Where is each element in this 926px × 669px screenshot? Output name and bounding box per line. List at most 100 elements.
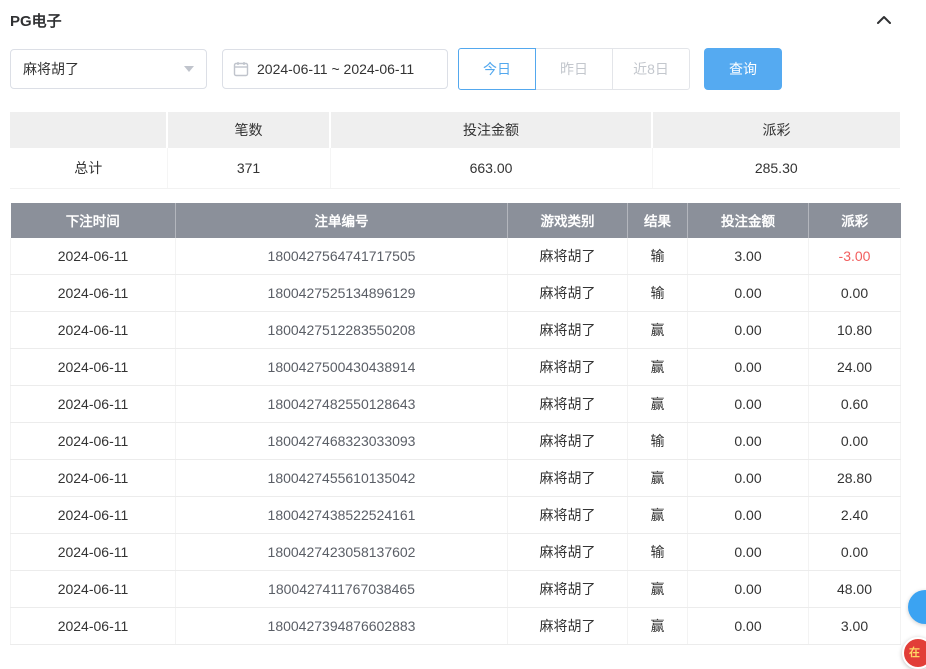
summary-col-count: 笔数: [167, 112, 330, 148]
bet-number-cell: 1800427455610135042: [176, 460, 508, 497]
bet-amount-cell: 0.00: [688, 349, 809, 386]
bet-time-cell: 2024-06-11: [11, 534, 176, 571]
bet-amount-cell: 0.00: [688, 608, 809, 645]
result-cell: 输: [628, 423, 688, 460]
bet-amount-cell: 0.00: [688, 312, 809, 349]
result-cell: 输: [628, 238, 688, 275]
quick-filter-yesterday[interactable]: 昨日: [535, 48, 613, 90]
result-cell: 赢: [628, 608, 688, 645]
result-cell: 输: [628, 275, 688, 312]
bet-table: 下注时间 注单编号 游戏类别 结果 投注金额 派彩 2024-06-111800…: [10, 203, 901, 646]
bet-amount-cell: 0.00: [688, 497, 809, 534]
summary-col-bet-amount: 投注金额: [330, 112, 652, 148]
quick-filter-group: 今日昨日近8日: [458, 48, 690, 90]
bet-time-cell: 2024-06-11: [11, 386, 176, 423]
game-type-cell: 麻将胡了: [508, 608, 628, 645]
table-row: 2024-06-111800427525134896129麻将胡了输0.000.…: [11, 275, 901, 312]
table-row: 2024-06-111800427564741717505麻将胡了输3.00-3…: [11, 238, 901, 275]
result-cell: 赢: [628, 460, 688, 497]
payout-cell: 10.80: [809, 312, 901, 349]
page-title: PG电子: [10, 10, 62, 31]
table-row: 2024-06-111800427438522524161麻将胡了赢0.002.…: [11, 497, 901, 534]
table-row: 2024-06-111800427512283550208麻将胡了赢0.0010…: [11, 312, 901, 349]
floating-service-button[interactable]: 在: [902, 637, 926, 669]
bet-table-header-row: 下注时间 注单编号 游戏类别 结果 投注金额 派彩: [11, 203, 901, 238]
bet-number-cell: 1800427394876602883: [176, 608, 508, 645]
bet-amount-cell: 0.00: [688, 275, 809, 312]
bet-number-cell: 1800427482550128643: [176, 386, 508, 423]
service-icon: 在: [909, 647, 920, 659]
calendar-icon: [233, 61, 249, 77]
payout-cell: 3.00: [809, 608, 901, 645]
bet-number-cell: 1800427468323033093: [176, 423, 508, 460]
bet-table-body: 2024-06-111800427564741717505麻将胡了输3.00-3…: [11, 238, 901, 645]
quick-filter-last8days[interactable]: 近8日: [612, 48, 690, 90]
table-row: 2024-06-111800427500430438914麻将胡了赢0.0024…: [11, 349, 901, 386]
bet-number-cell: 1800427411767038465: [176, 571, 508, 608]
summary-total-row: 总计 371 663.00 285.30: [10, 148, 900, 188]
bet-number-cell: 1800427564741717505: [176, 238, 508, 275]
table-row: 2024-06-111800427468323033093麻将胡了输0.000.…: [11, 423, 901, 460]
payout-cell: -3.00: [809, 238, 901, 275]
summary-total-payout: 285.30: [652, 148, 900, 188]
game-select-value: 麻将胡了: [23, 59, 79, 79]
bet-time-cell: 2024-06-11: [11, 608, 176, 645]
result-cell: 赢: [628, 497, 688, 534]
result-cell: 赢: [628, 312, 688, 349]
col-bet-amount: 投注金额: [688, 203, 809, 238]
summary-total-count: 371: [167, 148, 330, 188]
col-game-type: 游戏类别: [508, 203, 628, 238]
bet-time-cell: 2024-06-11: [11, 423, 176, 460]
bet-time-cell: 2024-06-11: [11, 238, 176, 275]
payout-cell: 0.60: [809, 386, 901, 423]
bet-amount-cell: 0.00: [688, 534, 809, 571]
chevron-up-icon: [876, 14, 892, 29]
summary-corner-cell: [10, 112, 167, 148]
game-type-cell: 麻将胡了: [508, 497, 628, 534]
game-type-cell: 麻将胡了: [508, 534, 628, 571]
bet-amount-cell: 0.00: [688, 386, 809, 423]
game-type-cell: 麻将胡了: [508, 312, 628, 349]
bet-amount-cell: 0.00: [688, 460, 809, 497]
bet-time-cell: 2024-06-11: [11, 571, 176, 608]
bet-number-cell: 1800427423058137602: [176, 534, 508, 571]
bet-amount-cell: 0.00: [688, 571, 809, 608]
result-cell: 赢: [628, 349, 688, 386]
table-row: 2024-06-111800427455610135042麻将胡了赢0.0028…: [11, 460, 901, 497]
date-range-picker[interactable]: 2024-06-11 ~ 2024-06-11: [222, 49, 448, 89]
collapse-panel-button[interactable]: [874, 12, 894, 28]
payout-cell: 28.80: [809, 460, 901, 497]
payout-cell: 24.00: [809, 349, 901, 386]
summary-total-bet-amount: 663.00: [330, 148, 652, 188]
payout-cell: 0.00: [809, 423, 901, 460]
bet-amount-cell: 3.00: [688, 238, 809, 275]
payout-cell: 0.00: [809, 275, 901, 312]
bet-time-cell: 2024-06-11: [11, 497, 176, 534]
col-bet-time: 下注时间: [11, 203, 176, 238]
bet-amount-cell: 0.00: [688, 423, 809, 460]
game-type-cell: 麻将胡了: [508, 460, 628, 497]
quick-filter-today[interactable]: 今日: [458, 48, 536, 90]
payout-cell: 0.00: [809, 534, 901, 571]
bet-number-cell: 1800427438522524161: [176, 497, 508, 534]
panel-header: PG电子: [0, 0, 926, 40]
chevron-down-icon: [184, 66, 194, 72]
bet-number-cell: 1800427525134896129: [176, 275, 508, 312]
search-button[interactable]: 查询: [704, 48, 782, 90]
bet-time-cell: 2024-06-11: [11, 312, 176, 349]
col-result: 结果: [628, 203, 688, 238]
game-type-cell: 麻将胡了: [508, 571, 628, 608]
game-type-cell: 麻将胡了: [508, 349, 628, 386]
bet-number-cell: 1800427500430438914: [176, 349, 508, 386]
result-cell: 赢: [628, 386, 688, 423]
date-range-value: 2024-06-11 ~ 2024-06-11: [257, 61, 414, 77]
game-type-cell: 麻将胡了: [508, 275, 628, 312]
pg-panel: PG电子 麻将胡了 2024-06-11 ~ 2024-06-11 今日昨日近8…: [0, 0, 926, 645]
game-select[interactable]: 麻将胡了: [10, 49, 207, 89]
table-row: 2024-06-111800427423058137602麻将胡了输0.000.…: [11, 534, 901, 571]
table-row: 2024-06-111800427411767038465麻将胡了赢0.0048…: [11, 571, 901, 608]
filter-bar: 麻将胡了 2024-06-11 ~ 2024-06-11 今日昨日近8日 查询: [10, 48, 916, 90]
game-type-cell: 麻将胡了: [508, 386, 628, 423]
payout-cell: 2.40: [809, 497, 901, 534]
col-bet-number: 注单编号: [176, 203, 508, 238]
